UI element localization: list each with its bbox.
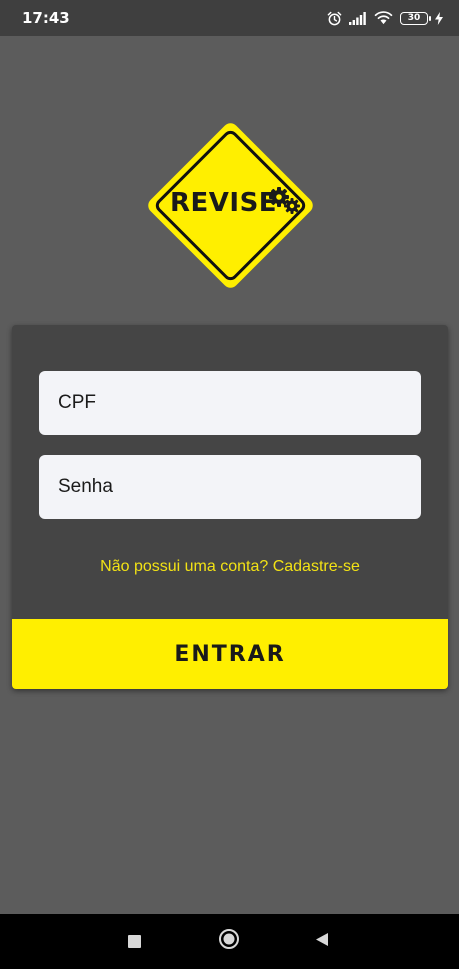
- charging-icon: [435, 11, 443, 25]
- status-bar: 17:43 30: [0, 0, 459, 36]
- logo-text: REVISE: [170, 188, 278, 218]
- revise-logo: REVISE: [133, 108, 328, 303]
- wifi-icon: [374, 11, 393, 25]
- enter-button[interactable]: ENTRAR: [12, 619, 448, 689]
- triangle-back-icon: [315, 932, 329, 952]
- cpf-field[interactable]: [39, 371, 421, 435]
- nav-bar: [0, 914, 459, 969]
- circle-icon: [218, 928, 240, 955]
- gears-icon: [268, 186, 302, 216]
- status-time: 17:43: [22, 9, 70, 27]
- battery-icon: 30: [400, 11, 431, 25]
- login-card: Não possui uma conta? Cadastre-se ENTRAR: [12, 325, 448, 689]
- home-button[interactable]: [209, 914, 249, 969]
- alarm-icon: [327, 11, 342, 26]
- password-field[interactable]: [39, 455, 421, 519]
- square-icon: [127, 935, 141, 948]
- back-button[interactable]: [302, 914, 342, 969]
- cpf-input[interactable]: [39, 371, 421, 435]
- signup-link[interactable]: Não possui uma conta? Cadastre-se: [12, 558, 448, 576]
- password-input[interactable]: [39, 455, 421, 519]
- signal-icon: [349, 11, 367, 25]
- status-icons: 30: [327, 8, 443, 28]
- recents-button[interactable]: [114, 914, 154, 969]
- battery-level: 30: [407, 12, 421, 23]
